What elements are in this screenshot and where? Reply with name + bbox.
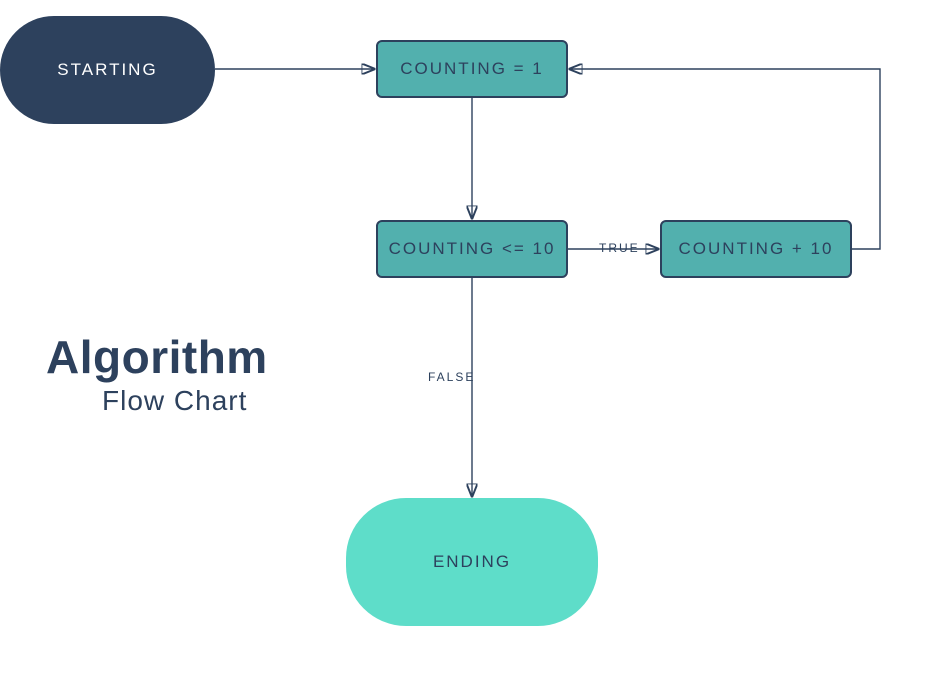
node-end: ENDING — [346, 498, 598, 626]
node-increment: COUNTING + 10 — [660, 220, 852, 278]
diagram-title: Algorithm — [46, 330, 268, 384]
node-condition: COUNTING <= 10 — [376, 220, 568, 278]
diagram-subtitle: Flow Chart — [102, 385, 247, 417]
node-start: STARTING — [0, 16, 215, 124]
node-init: COUNTING = 1 — [376, 40, 568, 98]
edge-label-true: TRUE — [597, 241, 642, 255]
edge-label-false: FALSE — [426, 370, 477, 384]
